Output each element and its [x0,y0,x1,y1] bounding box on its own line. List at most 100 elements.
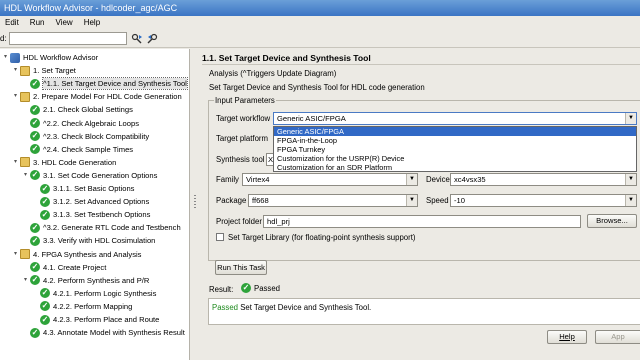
tree-item-label: 3.1.1. Set Basic Options [53,184,135,193]
tree-item-label: ^2.4. Check Sample Times [43,144,134,154]
menu-run[interactable]: Run [25,16,51,30]
tree-item[interactable]: ✓ 3.1.2. Set Advanced Options [32,196,149,207]
workflow-advisor-icon [10,52,20,63]
folder-icon [20,65,30,76]
package-select[interactable]: ff668 ▼ [248,194,418,207]
tree-item-label: 3.1.2. Set Advanced Options [53,197,150,207]
heading-divider [202,64,640,65]
tree-item-label: 4.3. Annotate Model with Synthesis Resul… [43,328,185,338]
tree-item[interactable]: ✓ ^2.4. Check Sample Times [22,144,133,155]
family-select[interactable]: Virtex4 ▼ [242,173,418,186]
folder-icon [20,249,30,259]
check-icon: ✓ [30,275,40,286]
workflow-option[interactable]: FPGA Turnkey [274,145,636,154]
menu-bar: Edit Run View Help [0,16,640,30]
check-icon: ✓ [40,314,50,325]
target-workflow-label: Target workflow [216,114,271,123]
check-icon: ✓ [30,104,40,115]
check-icon: ✓ [40,301,50,312]
chevron-down-icon[interactable]: ▼ [625,113,636,124]
menu-view[interactable]: View [50,16,78,30]
check-icon: ✓ [30,222,40,233]
check-icon: ✓ [40,196,50,207]
package-value: ff668 [252,196,269,205]
workflow-option[interactable]: Generic ASIC/FPGA [274,127,636,136]
device-select[interactable]: xc4vsx35 ▼ [450,173,637,186]
project-folder-label: Project folder [216,217,262,226]
splitter-grip[interactable] [194,195,196,209]
tree-item[interactable]: ✓ 2.1. Check Global Settings [22,104,133,115]
tree-item[interactable]: ▾ HDL Workflow Advisor [2,52,98,63]
analysis-text: Analysis (^Triggers Update Diagram) [209,69,337,78]
collapse-icon[interactable]: ▾ [12,91,19,102]
speed-select[interactable]: -10 ▼ [450,194,637,207]
tree-item[interactable]: ✓ 3.1.3. Set Testbench Options [32,209,150,220]
find-next-icon[interactable] [131,33,143,45]
collapse-icon[interactable]: ▾ [12,249,19,260]
tree-item-label: ^2.3. Check Block Compatibility [43,131,150,141]
tree-item[interactable]: ✓ ^2.2. Check Algebraic Loops [22,118,139,129]
tree-item[interactable]: ✓ 4.2.1. Perform Logic Synthesis [32,288,156,299]
help-label: Help [559,332,575,341]
pane-splitter[interactable] [191,49,199,360]
chevron-down-icon[interactable]: ▼ [406,195,417,206]
browse-button[interactable]: Browse... [587,214,637,228]
check-icon: ✓ [241,283,251,293]
tree-item[interactable]: ▾ 1. Set Target [12,65,76,76]
chevron-down-icon[interactable]: ▼ [406,174,417,185]
help-button[interactable]: Help [547,330,587,344]
collapse-icon[interactable]: ▾ [12,65,19,76]
find-previous-icon[interactable] [147,33,159,45]
target-library-label: Set Target Library (for floating-point s… [228,233,416,242]
tree-item[interactable]: ▾ 3. HDL Code Generation [12,157,116,168]
workflow-option[interactable]: Customization for the USRP(R) Device [274,154,636,163]
speed-value: -10 [454,196,465,205]
chevron-down-icon[interactable]: ▼ [625,195,636,206]
find-label: d: [0,34,7,43]
tree-item-label: 4. FPGA Synthesis and Analysis [33,249,142,259]
workflow-option[interactable]: Customization for an SDR Platform [274,163,636,172]
tree-item[interactable]: ✓ 4.2.2. Perform Mapping [32,301,132,312]
tree-item[interactable]: ✓ ^3.2. Generate RTL Code and Testbench [22,222,181,233]
window-title: HDL Workflow Advisor - hdlcoder_agc/AGC [4,3,178,13]
menu-edit[interactable]: Edit [0,16,25,30]
check-icon: ✓ [30,170,40,181]
collapse-icon[interactable]: ▾ [22,170,29,181]
family-value: Virtex4 [246,175,270,184]
tree-item[interactable]: ✓ 4.1. Create Project [22,262,106,273]
tree-item[interactable]: ✓ 3.3. Verify with HDL Cosimulation [22,235,155,246]
tree-item[interactable]: ✓ 4.3. Annotate Model with Synthesis Resu… [22,327,185,338]
result-message-status: Passed [212,303,239,312]
task-description: Set Target Device and Synthesis Tool for… [209,83,425,92]
tree-item-label: 1. Set Target [33,66,76,76]
tree-item-label: 3. HDL Code Generation [33,157,117,167]
apply-button[interactable]: App [595,330,640,344]
tree-item[interactable]: ▾ 4. FPGA Synthesis and Analysis [12,249,141,260]
project-folder-input[interactable]: hdl_prj [263,215,581,228]
target-workflow-select[interactable]: Generic ASIC/FPGA ▼ [273,112,637,125]
find-input[interactable] [8,32,127,45]
window-title-bar: HDL Workflow Advisor - hdlcoder_agc/AGC [0,0,640,16]
tree-item-label: 2. Prepare Model For HDL Code Generation [33,92,182,102]
result-value: Passed [254,283,281,293]
run-task-button[interactable]: Run This Task [215,260,267,275]
tree-item[interactable]: ▾ 2. Prepare Model For HDL Code Generatio… [12,91,182,102]
tree-item[interactable]: ▾ ✓ 4.2. Perform Synthesis and P/R [22,275,149,286]
check-icon: ✓ [40,288,50,299]
device-value: xc4vsx35 [454,175,486,184]
tree-item[interactable]: ▾ ✓ 3.1. Set Code Generation Options [22,170,157,181]
result-label: Result: [209,285,234,294]
tree-item[interactable]: ✓ 3.1.1. Set Basic Options [32,183,134,194]
workflow-option[interactable]: FPGA-in-the-Loop [274,136,636,145]
tree-item[interactable]: ✓ ^1.1. Set Target Device and Synthesis T… [22,77,188,91]
collapse-icon[interactable]: ▾ [2,52,9,63]
check-icon: ✓ [40,183,50,194]
chevron-down-icon[interactable]: ▼ [625,174,636,185]
menu-help[interactable]: Help [79,16,106,30]
collapse-icon[interactable]: ▾ [22,275,29,286]
tree-item[interactable]: ✓ ^2.3. Check Block Compatibility [22,131,149,142]
target-library-checkbox[interactable] [216,233,224,241]
tree-item[interactable]: ✓ 4.2.3. Perform Place and Route [32,314,159,325]
collapse-icon[interactable]: ▾ [12,157,19,168]
check-icon: ✓ [30,118,40,128]
